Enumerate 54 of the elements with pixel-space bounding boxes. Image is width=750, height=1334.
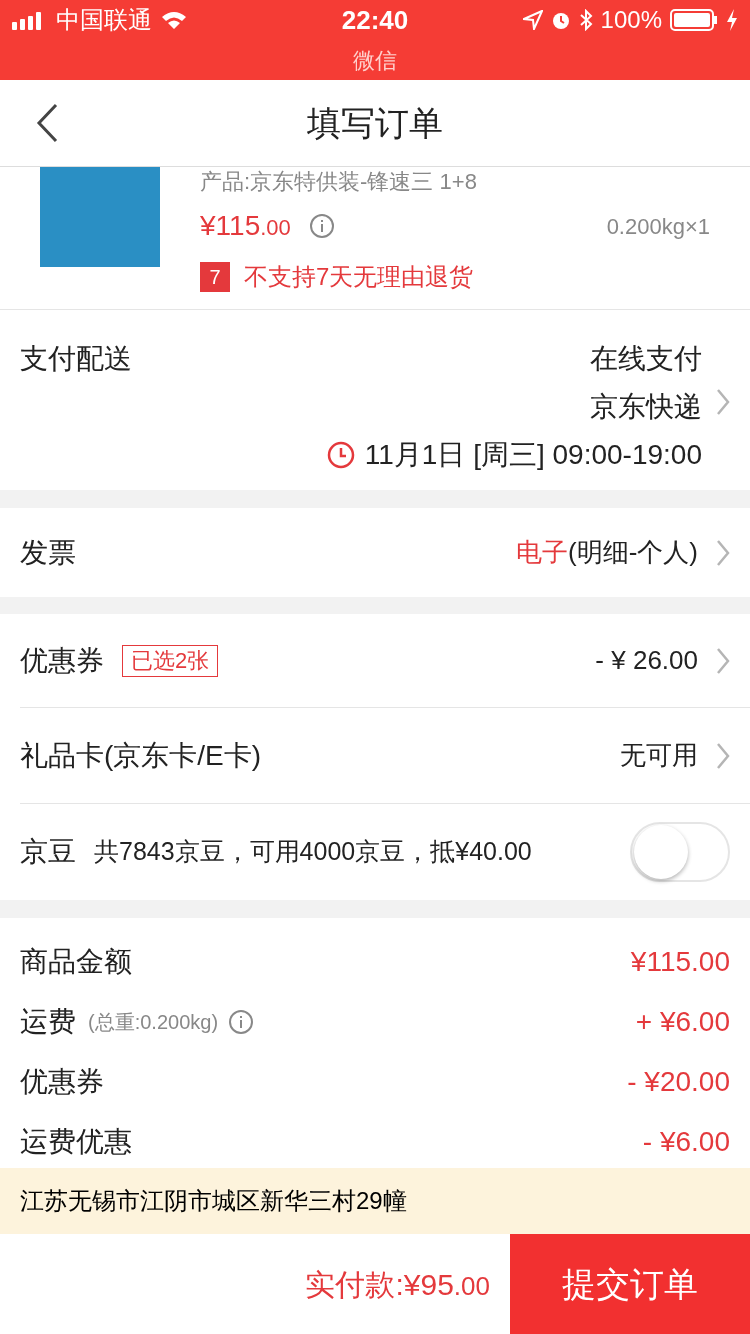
info-icon — [228, 1009, 255, 1035]
location-arrow-icon — [522, 10, 543, 30]
total-amount: 实付款:¥95.00 — [305, 1266, 490, 1303]
chevron-right-icon — [716, 741, 730, 770]
coupon-tag: 已选2张 — [122, 644, 219, 677]
gift-card-value: 无可用 — [620, 739, 698, 772]
submit-order-button[interactable]: 提交订单 — [510, 1234, 750, 1334]
summary-note: (总重:0.200kg) — [88, 1010, 219, 1035]
charging-bolt-icon — [726, 9, 738, 31]
payment-method: 在线支付 — [590, 342, 702, 376]
info-icon — [308, 213, 335, 239]
summary-label: 优惠券 — [20, 1065, 104, 1099]
summary-value: ¥115.00 — [630, 945, 730, 979]
row-label: 发票 — [20, 535, 76, 570]
row-label: 京豆 — [20, 835, 76, 869]
coupon-row[interactable]: 优惠券 已选2张 - ¥ 26.00 — [20, 614, 750, 708]
product-spec: 产品:京东特供装-锋速三 1+8 — [200, 168, 478, 196]
coupon-value: - ¥ 26.00 — [595, 644, 698, 677]
beans-detail: 共7843京豆，可用4000京豆，抵¥40.00 — [94, 836, 532, 868]
shipping-method: 京东快递 — [590, 390, 702, 424]
summary-label: 运费 — [20, 1005, 76, 1039]
chevron-right-icon — [716, 388, 730, 416]
summary-label: 商品金额 — [20, 945, 132, 979]
clock-icon — [326, 441, 355, 469]
summary-label: 运费优惠 — [20, 1125, 132, 1159]
app-hint-text: 微信 — [353, 46, 397, 75]
row-label: 支付配送 — [20, 342, 132, 376]
product-weight: 0.200kg×1 — [606, 212, 710, 241]
row-label: 礼品卡(京东卡/E卡) — [20, 738, 262, 773]
no-return-badge: 7 — [200, 262, 230, 292]
payment-delivery-row[interactable]: 支付配送 在线支付 京东快递 11月1日 [周三] 09:00-19:00 — [0, 310, 750, 490]
summary-value: - ¥6.00 — [642, 1125, 730, 1159]
address-text: 江苏无锡市江阴市城区新华三村29幢 — [20, 1186, 407, 1216]
invoice-row[interactable]: 发票 电子(明细-个人) — [0, 508, 750, 597]
return-policy-note: 不支持7天无理由退货 — [244, 262, 474, 292]
chevron-right-icon — [716, 646, 730, 675]
gift-card-row[interactable]: 礼品卡(京东卡/E卡) 无可用 — [20, 708, 750, 804]
summary-value: + ¥6.00 — [635, 1005, 730, 1039]
invoice-type: 电子(明细-个人) — [516, 536, 698, 569]
beans-toggle[interactable] — [630, 822, 730, 882]
carrier-name: 中国联通 — [56, 5, 152, 35]
clock-time: 22:40 — [341, 3, 409, 37]
summary-value: - ¥20.00 — [627, 1065, 730, 1099]
battery-icon — [670, 9, 718, 31]
bluetooth-icon — [578, 9, 593, 31]
delivery-time: 11月1日 [周三] 09:00-19:00 — [364, 438, 702, 472]
product-price: ¥115.00 — [200, 209, 291, 243]
wifi-icon — [160, 9, 188, 31]
row-label: 优惠券 — [20, 643, 104, 678]
page-title: 填写订单 — [307, 102, 443, 144]
battery-percent: 100% — [600, 5, 662, 35]
back-icon — [36, 103, 58, 143]
alarm-clock-icon — [550, 10, 571, 30]
chevron-right-icon — [716, 538, 730, 567]
